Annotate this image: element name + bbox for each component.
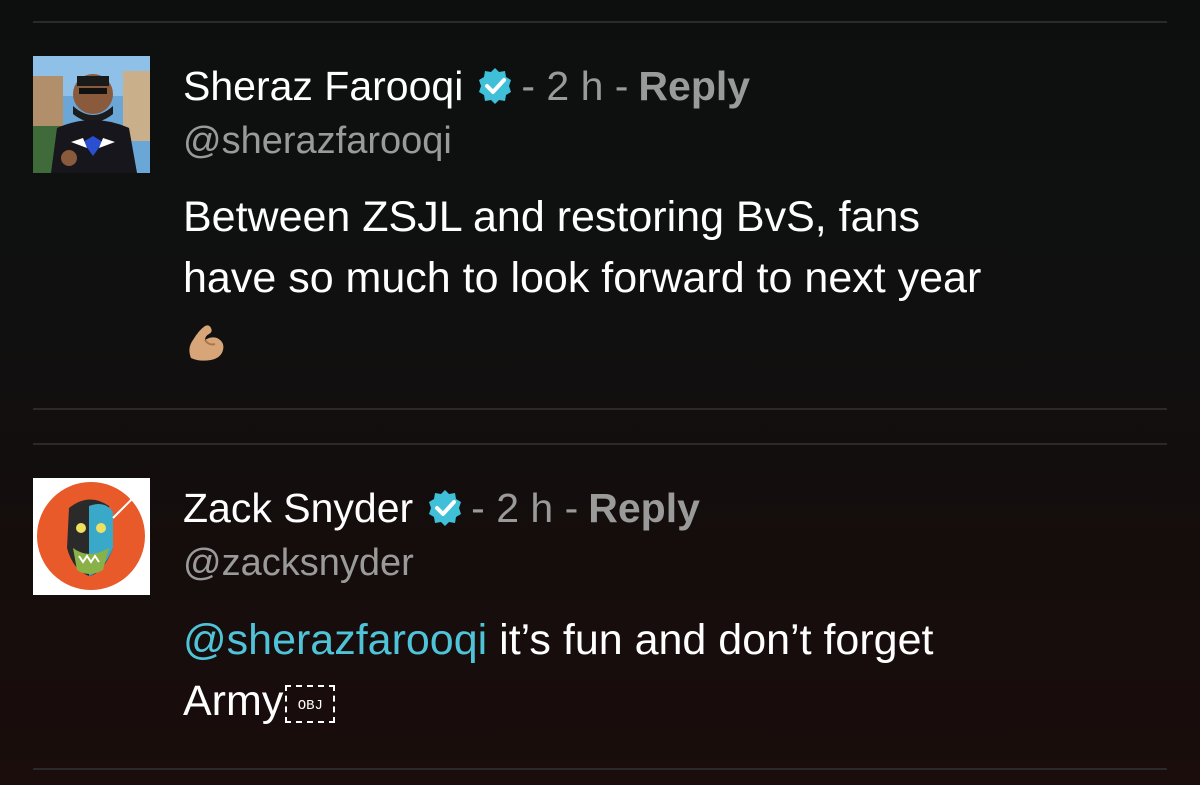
section-divider: [33, 408, 1167, 410]
avatar[interactable]: [33, 56, 150, 173]
author-handle[interactable]: @sherazfarooqi: [183, 119, 452, 163]
author-handle[interactable]: @zacksnyder: [183, 541, 414, 585]
flexed-biceps-emoji-icon: [189, 324, 224, 361]
comment-text-segment: it’s fun and don’t forget: [487, 616, 934, 664]
comment-text-line: have so much to look forward to next yea…: [183, 254, 982, 302]
author-name[interactable]: Sheraz Farooqi: [183, 63, 463, 109]
comment-text: @sherazfarooqi it’s fun and don’t forget…: [183, 610, 1173, 732]
comment-text-line: Army: [183, 677, 284, 725]
avatar[interactable]: [33, 478, 150, 595]
comment-text: Between ZSJL and restoring BvS, fans hav…: [183, 187, 1173, 370]
mention-link[interactable]: @sherazfarooqi: [183, 616, 487, 664]
timestamp: - 2 h -: [521, 63, 629, 109]
author-name[interactable]: Zack Snyder: [183, 485, 413, 531]
reply-button[interactable]: Reply: [588, 485, 700, 531]
comment-text-line: Between ZSJL and restoring BvS, fans: [183, 193, 920, 241]
verified-badge-icon: [429, 490, 462, 526]
object-placeholder-icon: OBJ: [285, 684, 336, 723]
top-divider: [33, 21, 1167, 23]
timestamp: - 2 h -: [471, 485, 579, 531]
user-photo-avatar-icon: [33, 56, 150, 173]
comment-header: Zack Snyder - 2 h - Reply: [183, 485, 700, 531]
reply-button[interactable]: Reply: [638, 63, 750, 109]
comment-header: Sheraz Farooqi - 2 h - Reply: [183, 63, 750, 109]
verified-badge-icon: [479, 68, 512, 104]
illustrated-zombie-avatar-icon: [33, 478, 150, 595]
section-divider: [33, 443, 1167, 445]
bottom-divider: [33, 768, 1167, 770]
